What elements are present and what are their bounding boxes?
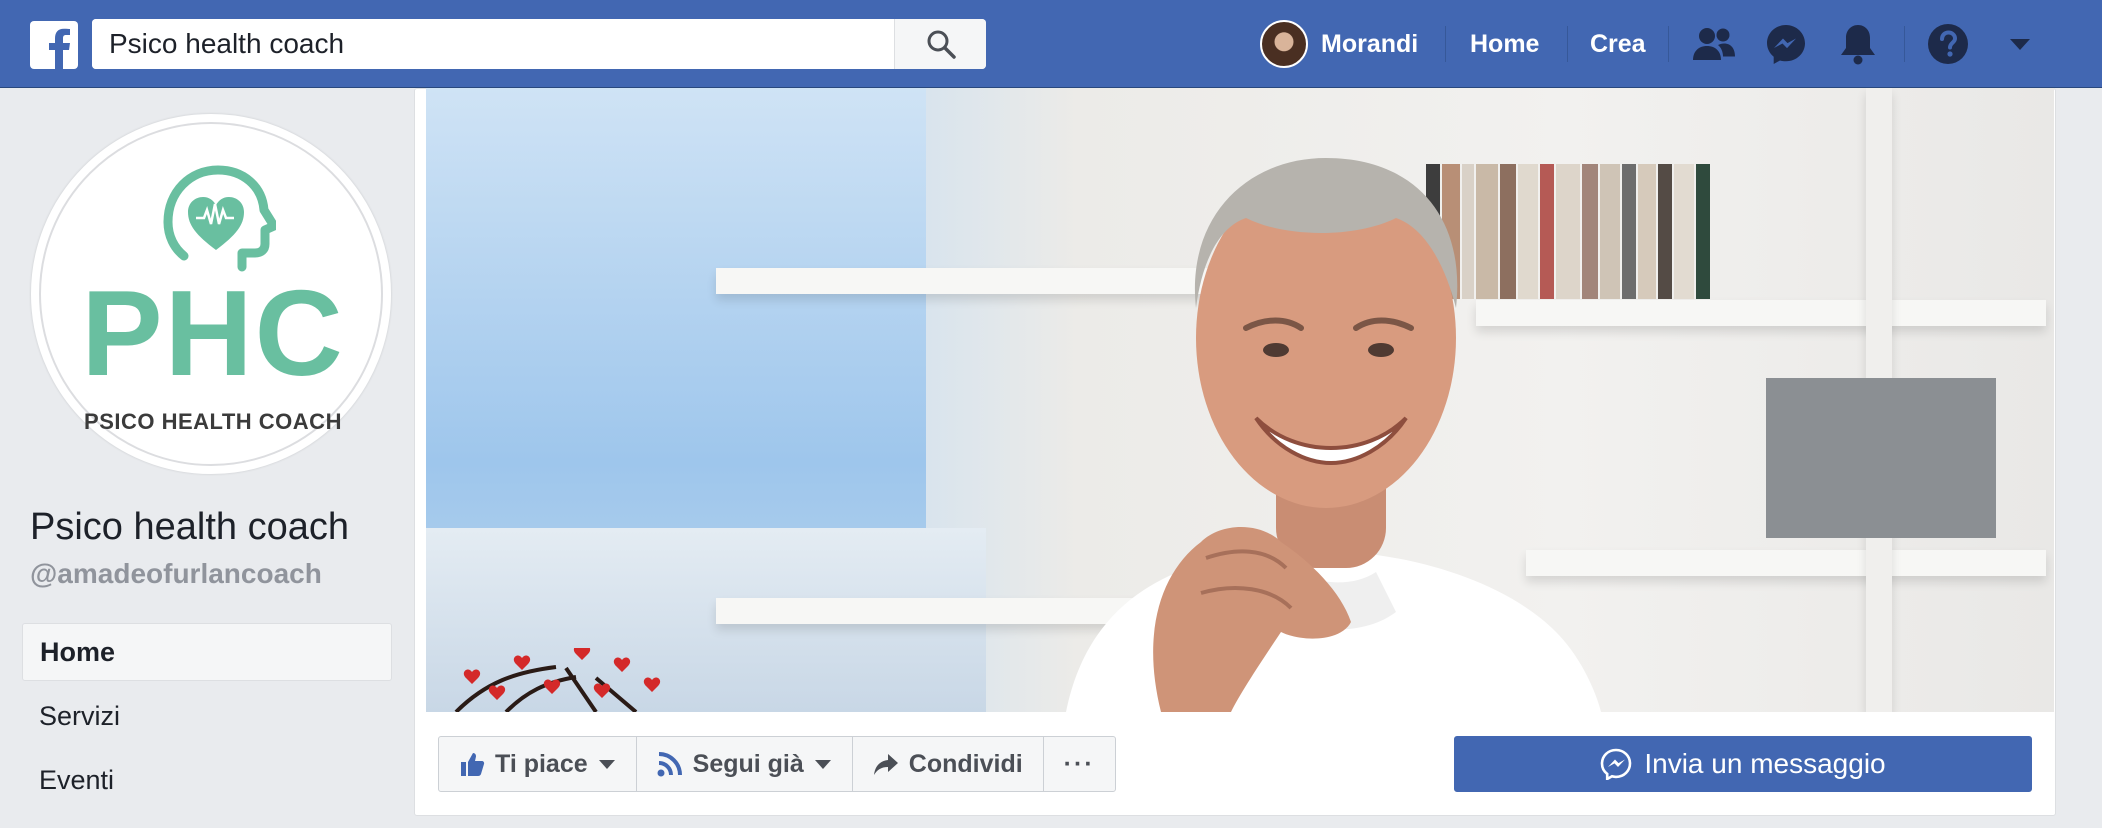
nav-create-link[interactable]: Crea — [1590, 0, 1646, 88]
send-message-button[interactable]: Invia un messaggio — [1454, 736, 2032, 792]
profile-picture[interactable]: PHC PSICO HEALTH COACH — [30, 113, 392, 475]
thumbs-up-icon — [461, 753, 485, 776]
search-input[interactable] — [92, 19, 894, 69]
top-navigation-bar: Morandi Home Crea — [0, 0, 2102, 88]
cover-laptop — [1766, 378, 1996, 538]
share-arrow-icon — [873, 754, 898, 775]
user-name: Morandi — [1321, 29, 1419, 58]
nav-divider — [1904, 26, 1905, 62]
profile-logo: PHC PSICO HEALTH COACH — [39, 122, 383, 466]
sidebar-item-label: Servizi — [39, 700, 121, 731]
follow-button[interactable]: Segui già — [637, 737, 853, 791]
page-username[interactable]: @amadeofurlancoach — [30, 558, 322, 590]
like-button-label: Ti piace — [495, 749, 588, 778]
nav-divider — [1567, 26, 1568, 62]
sidebar-item-eventi[interactable]: Eventi — [22, 751, 392, 809]
search-button[interactable] — [894, 19, 986, 69]
cover-person-illustration — [1066, 158, 1601, 712]
nav-divider — [1445, 26, 1446, 62]
like-button[interactable]: Ti piace — [439, 737, 637, 791]
share-button[interactable]: Condividi — [853, 737, 1044, 791]
messenger-icon[interactable] — [1764, 22, 1808, 66]
share-button-label: Condividi — [908, 749, 1023, 778]
help-icon[interactable] — [1926, 22, 1970, 66]
profile-link[interactable]: Morandi — [1321, 0, 1418, 88]
nav-create-label: Crea — [1590, 29, 1646, 58]
nav-divider — [1668, 26, 1669, 62]
sidebar-item-label: Eventi — [39, 764, 115, 795]
cover-hearts-tree-icon — [454, 648, 661, 712]
search-bar — [92, 19, 986, 69]
page-sidebar: PHC PSICO HEALTH COACH Psico health coac… — [0, 88, 410, 828]
send-message-label: Invia un messaggio — [1644, 748, 1886, 779]
more-options-button[interactable]: ··· — [1044, 737, 1115, 791]
rss-follow-icon — [657, 752, 682, 777]
sidebar-item-label: Home — [40, 636, 116, 667]
more-options-label: ··· — [1063, 749, 1095, 778]
friend-requests-icon[interactable] — [1692, 24, 1736, 64]
chevron-down-icon — [814, 760, 831, 769]
logo-text: PHC — [81, 265, 345, 401]
follow-button-label: Segui già — [692, 749, 804, 778]
page-title[interactable]: Psico health coach — [30, 506, 349, 549]
facebook-logo-icon[interactable] — [30, 21, 78, 69]
head-heart-logo-icon — [163, 165, 276, 272]
search-icon — [927, 30, 956, 59]
sidebar-item-servizi[interactable]: Servizi — [22, 687, 392, 745]
chevron-down-icon — [598, 760, 615, 769]
messenger-icon — [1601, 748, 1632, 780]
page-action-bar: Ti piace Segui già Condividi ··· — [438, 736, 1116, 792]
sidebar-item-home[interactable]: Home — [22, 623, 392, 681]
nav-home-label: Home — [1470, 29, 1540, 58]
account-menu-chevron-down-icon[interactable] — [1998, 30, 2042, 58]
cover-photo[interactable] — [426, 88, 2054, 712]
nav-home-link[interactable]: Home — [1470, 0, 1539, 88]
logo-subtext: PSICO HEALTH COACH — [84, 409, 342, 434]
user-avatar[interactable] — [1260, 20, 1308, 68]
notifications-bell-icon[interactable] — [1836, 22, 1880, 66]
